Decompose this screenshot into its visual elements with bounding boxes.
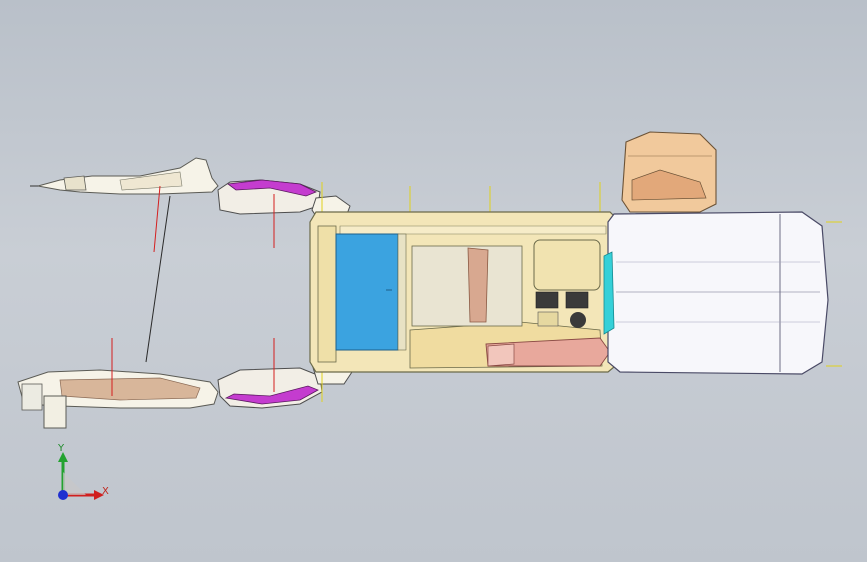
engine-cover xyxy=(621,131,717,213)
y-axis-label: Y xyxy=(58,443,65,454)
diagonal-guide xyxy=(145,195,171,363)
x-axis-label: X xyxy=(102,486,109,497)
blue-tank-panel xyxy=(335,233,407,351)
operator-cab xyxy=(603,211,829,375)
upper-boom-arm xyxy=(30,157,219,195)
lower-boom-arm xyxy=(17,369,219,429)
excavator-model-top-view[interactable] xyxy=(0,0,867,562)
cad-viewport[interactable]: Y X xyxy=(0,0,867,562)
axis-triad: Y X xyxy=(48,440,118,510)
